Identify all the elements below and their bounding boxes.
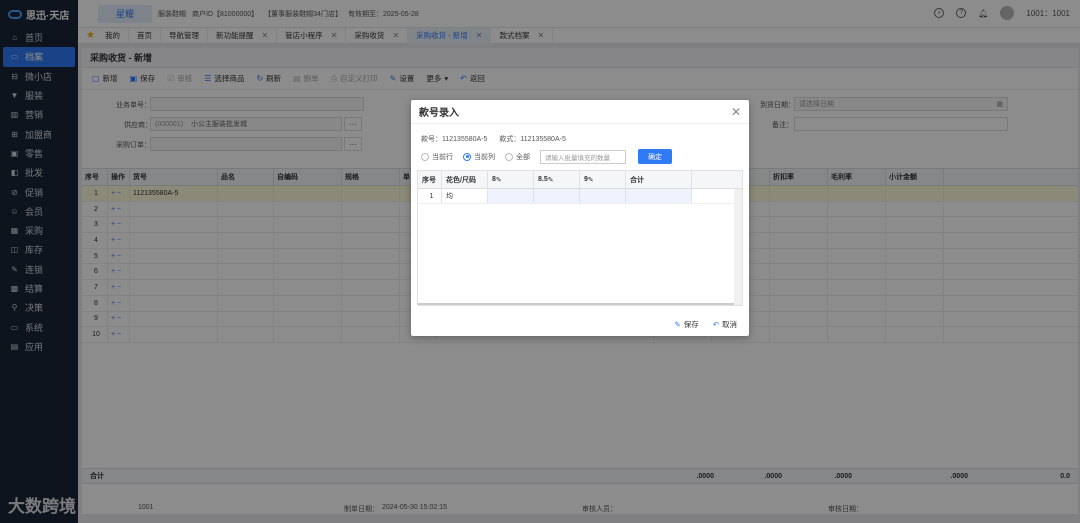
quantity-cell[interactable]: [580, 189, 626, 203]
size-row-number: 1: [418, 189, 442, 203]
size-grid: 序号 花色/尺码 8 ✎ 8.5 ✎ 9 ✎ 合计 1均: [417, 170, 743, 306]
dialog-title: 款号录入: [419, 108, 459, 119]
style-label: 款式：: [499, 136, 521, 143]
size-column-label: 合计: [630, 176, 644, 184]
style-info: 款式：112135580A-5: [499, 134, 565, 144]
size-column-header: 8 ✎: [488, 171, 534, 188]
size-row[interactable]: 1均: [418, 189, 742, 204]
option-current-column-label: 当前列: [474, 153, 495, 161]
save-icon: ✎: [674, 320, 681, 329]
size-row-color: 均: [442, 189, 488, 203]
edit-icon[interactable]: ✎: [496, 176, 502, 184]
edit-icon[interactable]: ✎: [548, 176, 554, 184]
option-current-row[interactable]: 当前行: [421, 152, 453, 162]
dialog-info: 款号：112135580A-5 款式：112135580A-5: [421, 134, 566, 144]
code-info: 款号：112135580A-5: [421, 134, 487, 144]
option-current-column[interactable]: 当前列: [463, 152, 495, 162]
option-all-label: 全部: [516, 153, 530, 161]
radio-icon: [505, 152, 513, 161]
dialog-cancel-button[interactable]: ↶ 取消: [713, 319, 737, 330]
style-entry-dialog: 款号录入 ✕ 款号：112135580A-5 款式：112135580A-5 当…: [411, 100, 749, 336]
size-column-header: 9 ✎: [580, 171, 626, 188]
quantity-cell[interactable]: [534, 189, 580, 203]
close-icon[interactable]: ✕: [731, 105, 741, 119]
size-column-header: 合计: [626, 171, 692, 188]
size-column-label: 序号: [422, 176, 436, 184]
radio-icon: [421, 152, 429, 161]
code-value: 112135580A-5: [442, 136, 488, 143]
size-column-header: 8.5 ✎: [534, 171, 580, 188]
radio-checked-icon: [463, 152, 471, 161]
edit-icon[interactable]: ✎: [588, 176, 594, 184]
dialog-save-button[interactable]: ✎ 保存: [674, 319, 698, 330]
code-label: 款号：: [421, 136, 442, 143]
size-column-header: 花色/尺码: [442, 171, 488, 188]
option-current-row-label: 当前行: [432, 153, 453, 161]
vertical-scrollbar[interactable]: [734, 189, 742, 305]
quantity-cell[interactable]: [626, 189, 692, 203]
undo-icon: ↶: [712, 320, 719, 329]
size-column-label: 8.5: [538, 176, 548, 183]
dialog-cancel-label: 取消: [722, 320, 737, 329]
dialog-header: 款号录入 ✕: [411, 100, 749, 124]
size-grid-header: 序号 花色/尺码 8 ✎ 8.5 ✎ 9 ✎ 合计: [418, 171, 742, 189]
size-column-header: 序号: [418, 171, 442, 188]
style-value: 112135580A-5: [520, 136, 566, 143]
option-all[interactable]: 全部: [505, 152, 530, 162]
confirm-button[interactable]: 确定: [638, 149, 672, 164]
batch-quantity-input[interactable]: 请输入批量填充的数量: [540, 149, 626, 164]
quantity-cell[interactable]: [488, 189, 534, 203]
horizontal-scrollbar[interactable]: [418, 303, 734, 305]
size-column-label: 花色/尺码: [446, 176, 476, 184]
dialog-save-label: 保存: [683, 320, 699, 329]
fill-options: 当前行 当前列 全部 请输入批量填充的数量 确定: [421, 149, 672, 164]
dialog-footer: ✎ 保存 ↶ 取消: [674, 319, 737, 330]
